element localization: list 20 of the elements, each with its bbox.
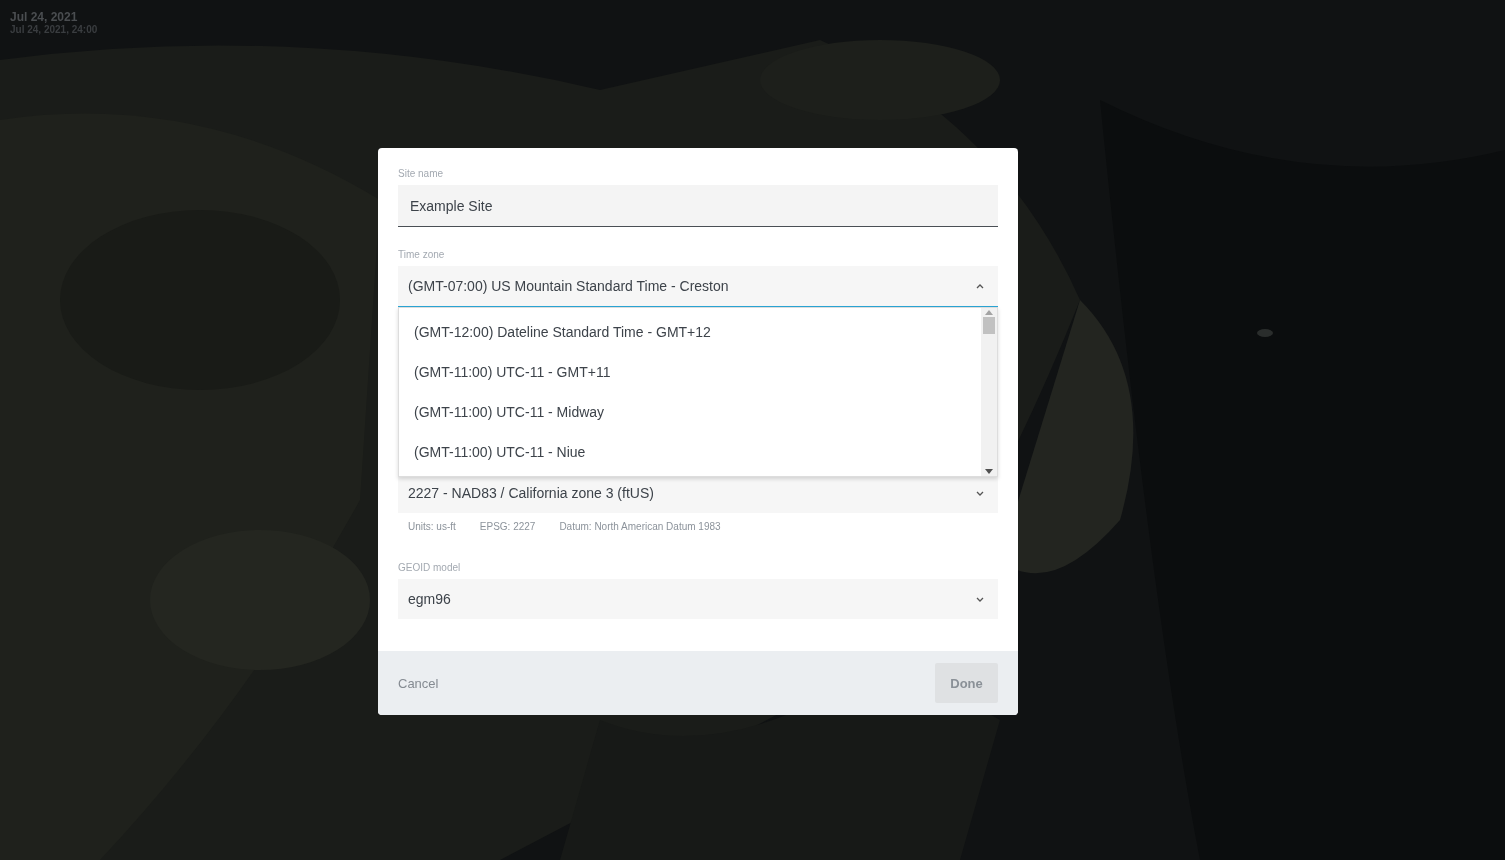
map-date: Jul 24, 2021 [10, 10, 79, 24]
dropdown-option[interactable]: (GMT-12:00) Dateline Standard Time - GMT+12 [399, 312, 981, 352]
field-label: Site name [398, 168, 444, 179]
scrollbar[interactable] [981, 308, 997, 476]
coordinate-detail: EPSG: 2227 [479, 521, 536, 532]
chevron-up-icon [976, 283, 984, 289]
scrollbar-thumb[interactable] [983, 317, 995, 334]
dropdown-option[interactable]: (GMT-11:00) UTC-11 - GMT+11 [399, 352, 981, 392]
dropdown-option[interactable]: (GMT-11:00) UTC-11 - Niue [399, 432, 981, 472]
site-name-field[interactable]: Example Site [398, 185, 998, 227]
coordinate-detail: Datum: North American Datum 1983 [559, 521, 721, 532]
coordinate-detail: Units: us-ft [408, 521, 456, 532]
chevron-down-icon [976, 596, 984, 602]
dropdown-option[interactable]: (GMT-11:00) UTC-11 - Midway [399, 392, 981, 432]
field-label: GEOID model [398, 562, 461, 573]
scroll-up-icon[interactable] [985, 310, 993, 315]
field-label: Time zone [398, 249, 445, 260]
geoid-model-select[interactable]: egm96 [398, 579, 998, 619]
time-zone-select[interactable]: (GMT-07:00) US Mountain Standard Time - Creston [398, 266, 998, 307]
chevron-down-icon [976, 490, 984, 496]
